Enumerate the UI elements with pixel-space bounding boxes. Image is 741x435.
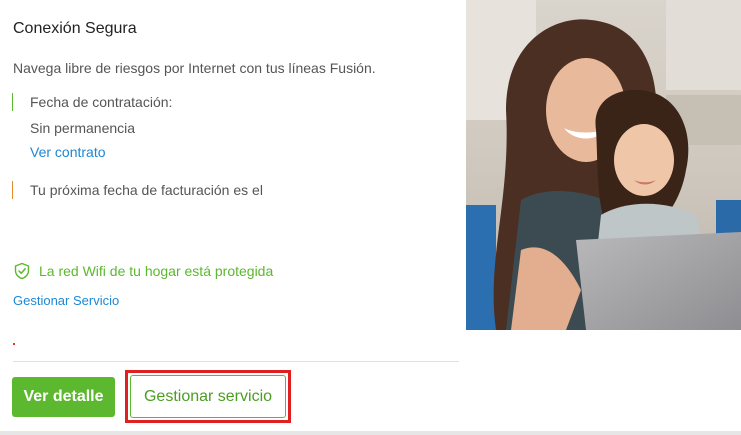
billing-date-label: Tu próxima fecha de facturación es el (30, 182, 263, 198)
wifi-protected-text: La red Wifi de tu hogar está protegida (39, 263, 274, 279)
actions-divider (13, 361, 459, 362)
permanence-value: Sin permanencia (30, 120, 136, 136)
service-description: Navega libre de riesgos por Internet con… (13, 60, 376, 76)
service-card: Conexión Segura Navega libre de riesgos … (0, 0, 741, 435)
card-bottom-border (0, 431, 741, 435)
billing-date-block: Tu próxima fecha de facturación es el (12, 181, 263, 199)
wifi-protected-status: La red Wifi de tu hogar está protegida (13, 262, 273, 280)
service-title: Conexión Segura (13, 20, 137, 37)
family-photo (466, 0, 741, 330)
view-contract-link[interactable]: Ver contrato (30, 144, 106, 160)
manage-service-link[interactable]: Gestionar Servicio (13, 293, 119, 308)
shield-check-icon (14, 262, 30, 280)
manage-service-button[interactable]: Gestionar servicio (130, 375, 286, 418)
contract-date-label: Fecha de contratación: (30, 94, 173, 110)
view-details-button[interactable]: Ver detalle (12, 377, 115, 417)
family-photo-illustration (466, 0, 741, 330)
contract-date-block: Fecha de contratación: (12, 93, 172, 111)
status-marker (13, 343, 15, 345)
